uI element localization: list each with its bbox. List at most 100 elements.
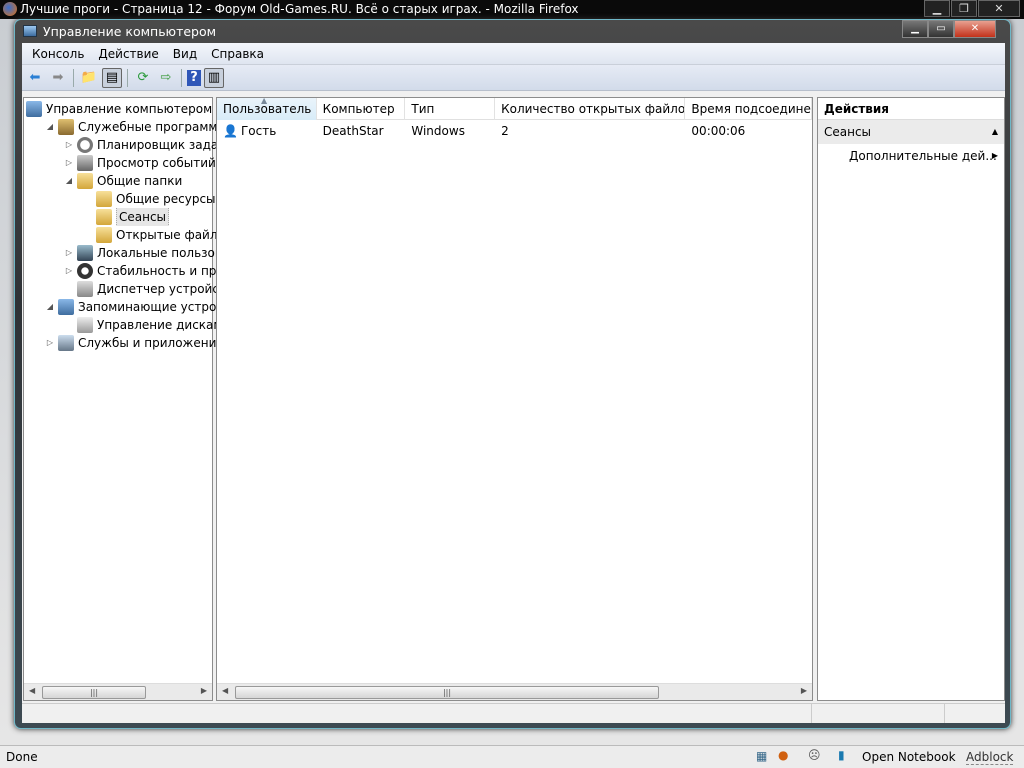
- monkey-icon[interactable]: ☹: [808, 748, 821, 762]
- tree-item[interactable]: Управление дисками: [64, 316, 230, 334]
- collapse-icon: ▲: [991, 127, 998, 136]
- expand-arrow-icon[interactable]: ▷: [64, 262, 74, 280]
- up-folder-icon[interactable]: 📁: [79, 68, 99, 88]
- tree-item-label: Сеансы: [116, 208, 170, 226]
- minimize-button[interactable]: ▁: [902, 20, 928, 38]
- expanded-arrow-icon[interactable]: ◢: [64, 172, 74, 190]
- shared-folder-icon: [96, 227, 112, 243]
- column-computer[interactable]: Компьютер: [317, 98, 406, 120]
- mmc-window: Управление компьютером ▁ ▭ ✕ Консоль Дейст…: [14, 19, 1011, 729]
- minimize-button[interactable]: ▁: [924, 0, 950, 17]
- restore-button[interactable]: ❐: [951, 0, 977, 17]
- forward-icon[interactable]: ➡: [48, 68, 68, 88]
- actions-pane: Действия Сеансы ▲ Дополнительные дей... ▶: [817, 97, 1005, 701]
- expand-arrow-icon[interactable]: ▷: [64, 136, 74, 154]
- column-connected-time[interactable]: Время подсоединени.: [685, 98, 812, 120]
- firefox-addon-icon[interactable]: ●: [778, 748, 788, 762]
- notebook-icon[interactable]: ▮: [838, 748, 845, 762]
- menu-action[interactable]: Действие: [91, 47, 165, 61]
- section-label: Сеансы: [824, 125, 872, 139]
- help-icon[interactable]: ?: [187, 69, 201, 86]
- more-actions-item[interactable]: Дополнительные дей... ▶: [818, 144, 1004, 168]
- user-name: Гость: [240, 124, 277, 138]
- refresh-icon[interactable]: ⟳: [133, 68, 153, 88]
- list-horizontal-scrollbar[interactable]: ◀ ||| ▶: [217, 683, 812, 700]
- tree-item[interactable]: ◢ Служебные программы: [45, 118, 227, 136]
- tree-item[interactable]: Сеансы: [83, 208, 170, 226]
- tree-item-label: Открытые файлы: [116, 228, 227, 242]
- tree-item-label: Просмотр событий: [97, 156, 216, 170]
- performance-icon: [77, 263, 93, 279]
- tree-item[interactable]: Управление компьютером (л: [26, 100, 228, 118]
- expanded-arrow-icon[interactable]: ◢: [45, 118, 55, 136]
- list-header: ▲ Пользователь Компьютер Тип Количество о…: [217, 98, 812, 120]
- shared-folder-icon: [96, 191, 112, 207]
- column-user[interactable]: ▲ Пользователь: [217, 98, 317, 120]
- more-actions-label: Дополнительные дей...: [849, 149, 997, 163]
- mmc-status-bar: [22, 703, 1005, 723]
- show-tree-icon[interactable]: ▤: [102, 67, 122, 88]
- clock-icon: [77, 137, 93, 153]
- actions-header: Действия: [818, 98, 1004, 120]
- open-notebook-link[interactable]: Open Notebook: [862, 750, 956, 764]
- browser-title: Лучшие проги - Страница 12 - Форум Old-G…: [20, 2, 579, 16]
- adblock-link[interactable]: Adblock: [966, 750, 1014, 765]
- submenu-arrow-icon: ▶: [991, 151, 998, 160]
- tools-icon: [58, 119, 74, 135]
- tree-item[interactable]: ▷ Просмотр событий: [64, 154, 216, 172]
- expand-arrow-icon[interactable]: ▷: [64, 244, 74, 262]
- browser-title-bar: Лучшие проги - Страница 12 - Форум Old-G…: [0, 0, 1024, 19]
- expanded-arrow-icon[interactable]: ◢: [45, 298, 55, 316]
- cell-user: 👤 Гость: [217, 122, 317, 140]
- back-icon[interactable]: ⬅: [25, 68, 45, 88]
- table-row[interactable]: 👤 Гость DeathStar Windows 2 00:00:06: [217, 122, 812, 140]
- screen-icon[interactable]: ▦: [756, 749, 767, 763]
- toolbar: ⬅ ➡ 📁 ▤ ⟳ ⇨ ? ▥: [22, 65, 1005, 91]
- computer-icon: [26, 101, 42, 117]
- tree-horizontal-scrollbar[interactable]: ◀ ||| ▶: [24, 683, 212, 700]
- menu-view[interactable]: Вид: [166, 47, 204, 61]
- close-button[interactable]: ✕: [978, 0, 1020, 17]
- show-actions-icon[interactable]: ▥: [204, 67, 224, 88]
- separator: [127, 68, 128, 87]
- cell-connected-time: 00:00:06: [691, 124, 746, 138]
- column-open-files[interactable]: Количество открытых файлов: [495, 98, 686, 120]
- actions-section-sessions[interactable]: Сеансы ▲: [818, 120, 1004, 144]
- tree-item[interactable]: ▷ Службы и приложения: [45, 334, 224, 352]
- browser-status-bar: Done ▦ ● ☹ ▮ Open Notebook Adblock: [0, 745, 1024, 768]
- column-type[interactable]: Тип: [405, 98, 496, 120]
- expand-arrow-icon[interactable]: ▷: [64, 154, 74, 172]
- sessions-list: ▲ Пользователь Компьютер Тип Количество о…: [216, 97, 813, 701]
- expand-arrow-icon[interactable]: ▷: [45, 334, 55, 352]
- maximize-button[interactable]: ▭: [928, 20, 954, 38]
- tree-item[interactable]: ▷ Стабильность и произ: [64, 262, 238, 280]
- tree-pane: ◀ ||| ▶ Управление компьютером (л ◢ Служебны…: [23, 97, 244, 701]
- services-icon: [58, 335, 74, 351]
- cell-type: Windows: [411, 124, 465, 138]
- device-manager-icon: [77, 281, 93, 297]
- browser-status-text: Done: [6, 750, 38, 764]
- tree-item-label: Общие папки: [97, 174, 183, 188]
- computer-management-icon: [23, 25, 37, 37]
- tree-item-label: Служебные программы: [78, 120, 227, 134]
- separator: [181, 68, 182, 87]
- cell-open-files: 2: [501, 124, 509, 138]
- menu-console[interactable]: Консоль: [25, 47, 91, 61]
- event-viewer-icon: [77, 155, 93, 171]
- user-icon: 👤: [223, 124, 238, 138]
- window-title: Управление компьютером: [43, 24, 217, 39]
- close-button[interactable]: ✕: [954, 20, 996, 38]
- tree-item[interactable]: Диспетчер устройств: [64, 280, 233, 298]
- tree-item[interactable]: Открытые файлы: [83, 226, 227, 244]
- tree-item[interactable]: Общие ресурсы: [83, 190, 216, 208]
- menu-help[interactable]: Справка: [204, 47, 271, 61]
- tree-item-label: Управление компьютером (л: [46, 102, 229, 116]
- menu-bar: Консоль Действие Вид Справка: [22, 43, 1005, 65]
- tree-item[interactable]: ◢ Общие папки: [64, 172, 182, 190]
- tree-item-label: Управление дисками: [97, 318, 231, 332]
- shared-folder-icon: [96, 209, 112, 225]
- tree-item[interactable]: ◢ Запоминающие устройст: [45, 298, 238, 316]
- cell-computer: DeathStar: [322, 124, 384, 138]
- storage-icon: [58, 299, 74, 315]
- export-icon[interactable]: ⇨: [156, 68, 176, 88]
